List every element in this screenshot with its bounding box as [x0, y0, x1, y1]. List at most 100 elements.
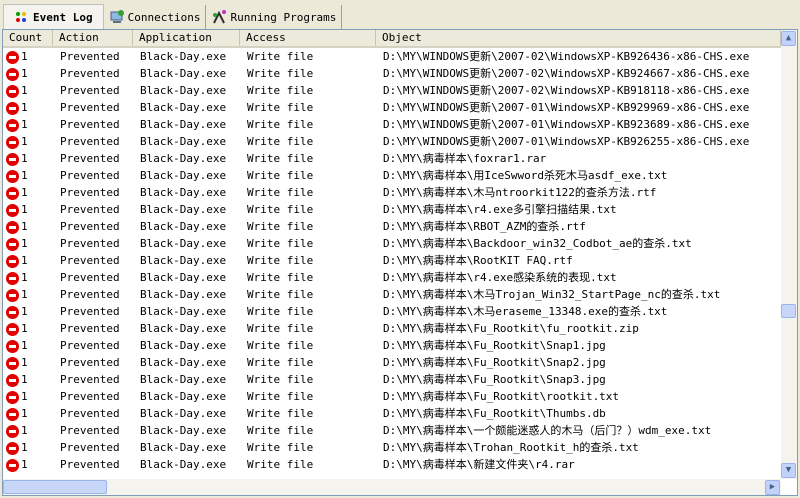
cell-application: Black-Day.exe	[133, 320, 240, 337]
cell-text: Black-Day.exe	[140, 67, 227, 80]
table-row[interactable]: 1 Prevented Black-Day.exe Write file D:\MY\病…	[3, 252, 781, 269]
scroll-down-button[interactable]: ▼	[781, 463, 796, 478]
table-row[interactable]: 1 Prevented Black-Day.exe Write file D:\MY\病…	[3, 167, 781, 184]
table-row[interactable]: 1 Prevented Black-Day.exe Write file D:\MY\病…	[3, 439, 781, 456]
cell-text: Black-Day.exe	[140, 390, 227, 403]
cell-text: Write file	[247, 186, 314, 199]
table-row[interactable]: 1 Prevented Black-Day.exe Write file D:\MY\W…	[3, 99, 781, 116]
table-row[interactable]: 1 Prevented Black-Day.exe Write file D:\MY\病…	[3, 337, 781, 354]
cell-text: Black-Day.exe	[140, 101, 227, 114]
cell-count: 1	[3, 303, 53, 320]
cell-text: Write file	[247, 271, 314, 284]
cell-text: Write file	[247, 254, 314, 267]
horizontal-scroll-thumb[interactable]	[3, 480, 107, 494]
cell-object: D:\MY\病毒样本\Fu_Rootkit\rootkit.txt	[376, 388, 781, 405]
cell-count: 1	[3, 439, 53, 456]
scroll-up-button[interactable]: ▲	[781, 31, 796, 46]
tab-label: Connections	[127, 10, 201, 24]
cell-text: Write file	[247, 101, 314, 114]
table-row[interactable]: 1 Prevented Black-Day.exe Write file D:\MY\病…	[3, 201, 781, 218]
cell-text: Black-Day.exe	[140, 220, 227, 233]
table-row[interactable]: 1 Prevented Black-Day.exe Write file D:\MY\病…	[3, 354, 781, 371]
tab-event-log[interactable]: Event Log	[3, 4, 104, 29]
table-row[interactable]: 1 Prevented Black-Day.exe Write file D:\MY\病…	[3, 456, 781, 473]
column-header-action[interactable]: Action	[53, 30, 133, 46]
cell-access: Write file	[240, 116, 376, 133]
cell-text: D:\MY\WINDOWS更新\2007-01\WindowsXP-KB9262…	[383, 135, 750, 148]
prevented-icon	[6, 101, 19, 115]
cell-text: 1	[21, 50, 28, 63]
table-row[interactable]: 1 Prevented Black-Day.exe Write file D:\MY\W…	[3, 116, 781, 133]
scroll-right-button[interactable]: ▶	[765, 480, 780, 495]
column-header-access[interactable]: Access	[240, 30, 376, 46]
cell-access: Write file	[240, 235, 376, 252]
cell-text: D:\MY\病毒样本\Fu_Rootkit\Snap1.jpg	[383, 339, 606, 352]
cell-action: Prevented	[53, 371, 133, 388]
cell-text: 1	[21, 135, 28, 148]
cell-access: Write file	[240, 167, 376, 184]
tab-running-programs[interactable]: Running Programs	[206, 5, 343, 29]
cell-text: Write file	[247, 203, 314, 216]
cell-action: Prevented	[53, 286, 133, 303]
table-row[interactable]: 1 Prevented Black-Day.exe Write file D:\MY\病…	[3, 303, 781, 320]
table-row[interactable]: 1 Prevented Black-Day.exe Write file D:\MY\病…	[3, 405, 781, 422]
cell-action: Prevented	[53, 354, 133, 371]
cell-action: Prevented	[53, 235, 133, 252]
cell-text: Prevented	[60, 441, 120, 454]
cell-text: 1	[21, 373, 28, 386]
cell-text: D:\MY\病毒样本\Fu_Rootkit\Snap2.jpg	[383, 356, 606, 369]
cell-count: 1	[3, 320, 53, 337]
column-header-application[interactable]: Application	[133, 30, 240, 46]
cell-text: Prevented	[60, 152, 120, 165]
cell-count: 1	[3, 456, 53, 473]
table-row[interactable]: 1 Prevented Black-Day.exe Write file D:\MY\病…	[3, 320, 781, 337]
table-row[interactable]: 1 Prevented Black-Day.exe Write file D:\MY\病…	[3, 422, 781, 439]
cell-text: D:\MY\WINDOWS更新\2007-01\WindowsXP-KB9236…	[383, 118, 750, 131]
cell-text: Write file	[247, 288, 314, 301]
table-row[interactable]: 1 Prevented Black-Day.exe Write file D:\MY\W…	[3, 133, 781, 150]
cell-count: 1	[3, 184, 53, 201]
table-row[interactable]: 1 Prevented Black-Day.exe Write file D:\MY\病…	[3, 184, 781, 201]
table-row[interactable]: 1 Prevented Black-Day.exe Write file D:\MY\病…	[3, 269, 781, 286]
cell-application: Black-Day.exe	[133, 133, 240, 150]
table-row[interactable]: 1 Prevented Black-Day.exe Write file D:\MY\病…	[3, 388, 781, 405]
horizontal-scrollbar[interactable]: ▶	[3, 479, 781, 495]
cell-text: Black-Day.exe	[140, 407, 227, 420]
cell-count: 1	[3, 201, 53, 218]
cell-object: D:\MY\病毒样本\foxrar1.rar	[376, 150, 781, 167]
cell-count: 1	[3, 133, 53, 150]
column-header-object[interactable]: Object	[376, 30, 781, 46]
table-row[interactable]: 1 Prevented Black-Day.exe Write file D:\MY\病…	[3, 150, 781, 167]
cell-text: Black-Day.exe	[140, 186, 227, 199]
prevented-icon	[6, 407, 19, 421]
table-row[interactable]: 1 Prevented Black-Day.exe Write file D:\MY\病…	[3, 218, 781, 235]
cell-application: Black-Day.exe	[133, 184, 240, 201]
cell-action: Prevented	[53, 167, 133, 184]
table-row[interactable]: 1 Prevented Black-Day.exe Write file D:\MY\W…	[3, 65, 781, 82]
tab-connections[interactable]: Connections	[104, 5, 207, 29]
cell-application: Black-Day.exe	[133, 65, 240, 82]
cell-object: D:\MY\病毒样本\Fu_Rootkit\Snap3.jpg	[376, 371, 781, 388]
vertical-scrollbar[interactable]: ▲ ▼	[781, 30, 797, 479]
prevented-icon	[6, 322, 19, 336]
cell-action: Prevented	[53, 65, 133, 82]
column-header-count[interactable]: Count	[3, 30, 53, 46]
prevented-icon	[6, 424, 19, 438]
cell-object: D:\MY\病毒样本\Fu_Rootkit\Snap1.jpg	[376, 337, 781, 354]
table-row[interactable]: 1 Prevented Black-Day.exe Write file D:\MY\W…	[3, 82, 781, 99]
cell-text: Write file	[247, 356, 314, 369]
cell-text: Write file	[247, 118, 314, 131]
cell-object: D:\MY\病毒样本\Fu_Rootkit\fu_rootkit.zip	[376, 320, 781, 337]
table-row[interactable]: 1 Prevented Black-Day.exe Write file D:\MY\病…	[3, 371, 781, 388]
table-row[interactable]: 1 Prevented Black-Day.exe Write file D:\MY\病…	[3, 235, 781, 252]
cell-action: Prevented	[53, 201, 133, 218]
cell-text: Prevented	[60, 305, 120, 318]
cell-text: D:\MY\WINDOWS更新\2007-02\WindowsXP-KB9181…	[383, 84, 750, 97]
cell-text: Write file	[247, 458, 314, 471]
table-row[interactable]: 1 Prevented Black-Day.exe Write file D:\MY\病…	[3, 286, 781, 303]
prevented-icon	[6, 118, 19, 132]
table-row[interactable]: 1 Prevented Black-Day.exe Write file D:\MY\W…	[3, 48, 781, 65]
cell-object: D:\MY\WINDOWS更新\2007-02\WindowsXP-KB9181…	[376, 82, 781, 99]
cell-object: D:\MY\病毒样本\Fu_Rootkit\Snap2.jpg	[376, 354, 781, 371]
vertical-scroll-thumb[interactable]	[781, 304, 796, 318]
